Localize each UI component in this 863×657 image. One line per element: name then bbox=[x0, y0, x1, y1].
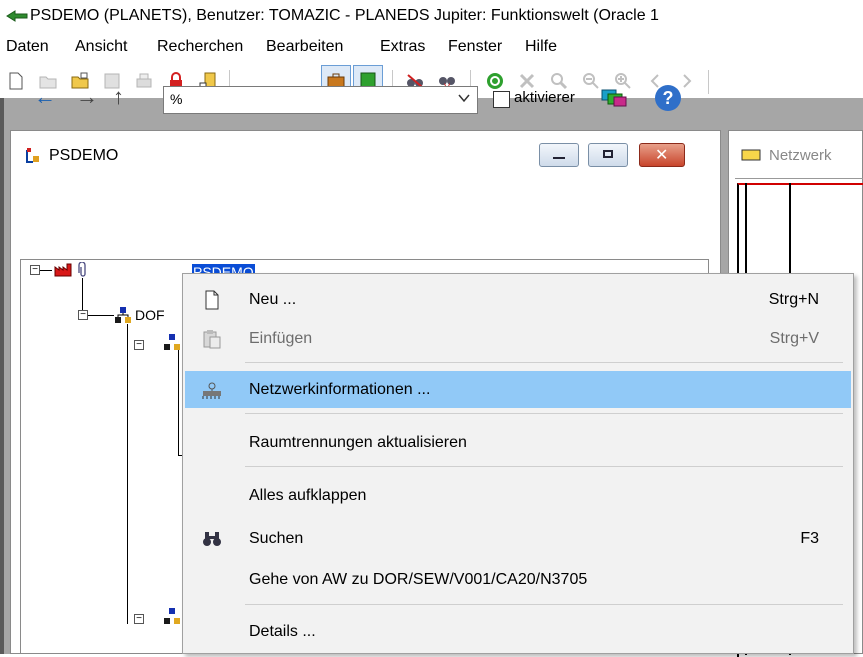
network-node-icon bbox=[164, 608, 180, 624]
paste-icon bbox=[203, 330, 221, 349]
cancel-disabled-icon[interactable] bbox=[517, 71, 537, 91]
psdemo-title-bar: PSDEMO ✕ bbox=[11, 131, 720, 180]
netzwerk-title: Netzwerk bbox=[769, 147, 832, 164]
zoom-icon[interactable] bbox=[549, 71, 569, 91]
chevron-down-icon[interactable] bbox=[458, 92, 470, 104]
next-icon[interactable] bbox=[677, 71, 697, 91]
tree-collapse-toggle[interactable]: − bbox=[30, 265, 40, 275]
menu-fenster[interactable]: Fenster bbox=[448, 38, 502, 56]
minimize-button[interactable] bbox=[539, 143, 579, 167]
tree-collapse-toggle[interactable]: − bbox=[78, 310, 88, 320]
refresh-icon[interactable] bbox=[485, 71, 505, 91]
menu-item-einfuegen[interactable]: Einfügen Strg+V bbox=[185, 320, 851, 357]
windows-stack-icon[interactable] bbox=[601, 88, 627, 108]
close-button[interactable]: ✕ bbox=[639, 143, 685, 167]
menu-bearbeiten[interactable]: Bearbeiten bbox=[266, 38, 343, 56]
print-disabled-icon[interactable] bbox=[134, 71, 154, 91]
tree-collapse-toggle[interactable]: − bbox=[134, 614, 144, 624]
new-document-icon bbox=[205, 290, 219, 310]
psdemo-window-title: PSDEMO bbox=[49, 147, 119, 164]
title-bar: PSDEMO (PLANETS), Benutzer: TOMAZIC - PL… bbox=[0, 0, 863, 32]
filter-value: % bbox=[170, 91, 183, 107]
tree-collapse-toggle[interactable]: − bbox=[134, 340, 144, 350]
app-icon bbox=[6, 10, 28, 22]
menu-item-gehe-von-aw[interactable]: Gehe von AW zu DOR/SEW/V001/CA20/N3705 bbox=[185, 561, 851, 598]
window-title: PSDEMO (PLANETS), Benutzer: TOMAZIC - PL… bbox=[30, 7, 659, 24]
network-node-icon bbox=[164, 334, 180, 350]
menu-item-neu[interactable]: Neu ... Strg+N bbox=[185, 281, 851, 318]
tree-window-icon bbox=[26, 148, 39, 163]
network-node-icon bbox=[115, 307, 131, 323]
context-menu: Neu ... Strg+N Einfügen Strg+V Netzwerki… bbox=[182, 273, 854, 654]
activate-checkbox-label: aktivierer bbox=[514, 89, 575, 106]
menu-item-details[interactable]: Details ... bbox=[185, 613, 851, 650]
network-info-icon bbox=[202, 382, 221, 399]
forward-arrow-icon[interactable]: → bbox=[76, 86, 98, 108]
zoom-out-icon[interactable] bbox=[581, 71, 601, 91]
menu-extras[interactable]: Extras bbox=[380, 38, 425, 56]
up-arrow-icon[interactable]: ↑ bbox=[113, 86, 124, 108]
new-document-icon[interactable] bbox=[6, 71, 26, 91]
menu-hilfe[interactable]: Hilfe bbox=[525, 38, 557, 56]
menu-daten[interactable]: Daten bbox=[6, 38, 49, 56]
menu-bar: Daten Ansicht Recherchen Bearbeiten Extr… bbox=[0, 32, 863, 62]
factory-icon bbox=[54, 263, 72, 277]
activate-checkbox[interactable] bbox=[493, 91, 510, 108]
maximize-button[interactable] bbox=[588, 143, 628, 167]
menu-recherchen[interactable]: Recherchen bbox=[157, 38, 243, 56]
back-arrow-icon[interactable]: ← bbox=[34, 86, 56, 108]
help-icon[interactable]: ? bbox=[655, 85, 681, 111]
menu-item-suchen[interactable]: Suchen F3 bbox=[185, 520, 851, 557]
menu-item-netzwerkinformationen[interactable]: Netzwerkinformationen ... bbox=[185, 371, 851, 408]
filter-combobox[interactable]: % bbox=[163, 86, 478, 114]
menu-ansicht[interactable]: Ansicht bbox=[75, 38, 127, 56]
binoculars-icon bbox=[203, 532, 221, 546]
folder-tab-icon bbox=[741, 149, 761, 161]
tree-node-child[interactable]: DOF bbox=[135, 307, 165, 323]
menu-item-alles-aufklappen[interactable]: Alles aufklappen bbox=[185, 477, 851, 514]
menu-item-raumtrennungen[interactable]: Raumtrennungen aktualisieren bbox=[185, 424, 851, 461]
paperclip-icon bbox=[78, 262, 86, 277]
close-icon: ✕ bbox=[655, 147, 669, 164]
